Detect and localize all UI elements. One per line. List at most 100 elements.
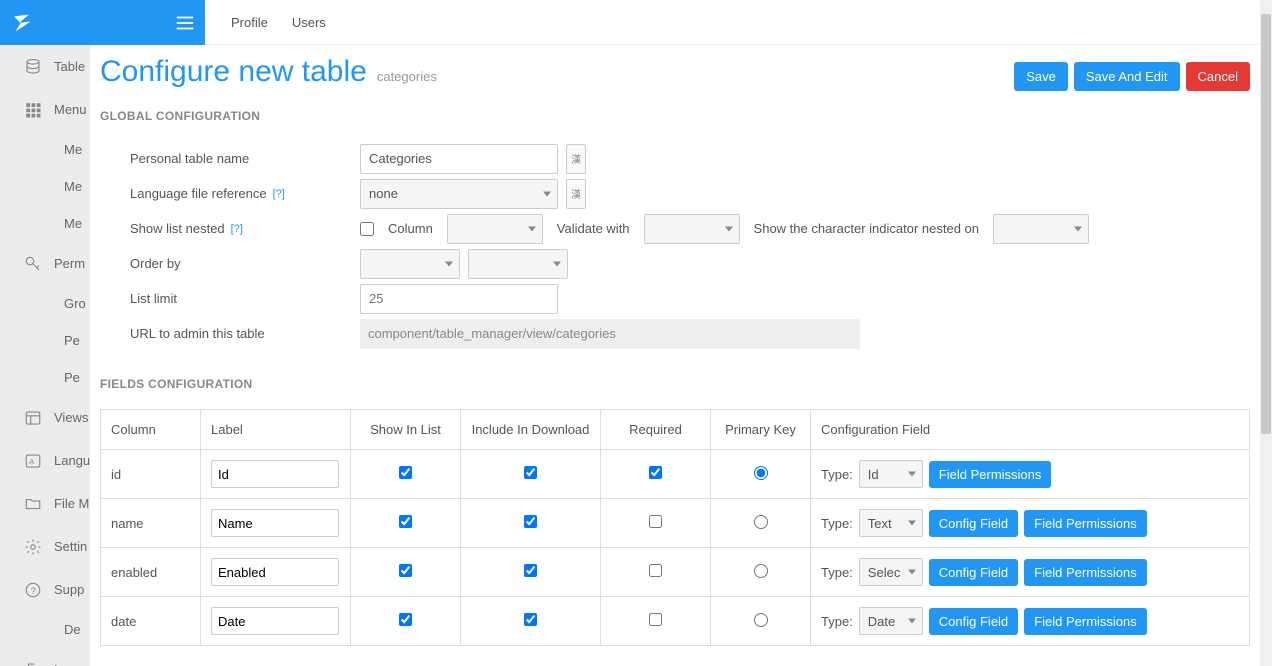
key-icon	[24, 255, 42, 273]
field-pk-radio[interactable]	[754, 564, 768, 578]
fields-config-heading: FIELDS CONFIGURATION	[100, 377, 1250, 391]
sidebar-item-support[interactable]: ? Supp	[0, 568, 90, 611]
sidebar-item-views[interactable]: Views	[0, 396, 90, 439]
field-type-select[interactable]: Select	[859, 558, 923, 586]
config-field-button[interactable]: Config Field	[929, 559, 1018, 586]
field-pk-radio[interactable]	[754, 466, 768, 480]
sidebar-item-permissions[interactable]: Perm	[0, 242, 90, 285]
th-download: Include In Download	[461, 410, 601, 450]
th-show: Show In List	[351, 410, 461, 450]
field-column: date	[101, 597, 201, 646]
personal-table-name-input[interactable]	[360, 144, 558, 174]
cancel-button[interactable]: Cancel	[1186, 62, 1250, 91]
sidebar-sub-item[interactable]: Me	[0, 131, 90, 168]
field-required-checkbox[interactable]	[649, 564, 662, 577]
field-download-checkbox[interactable]	[524, 613, 537, 626]
config-field-button[interactable]: Config Field	[929, 608, 1018, 635]
hamburger-icon	[174, 12, 196, 34]
column-select[interactable]	[447, 214, 543, 244]
th-label: Label	[201, 410, 351, 450]
folder-icon	[24, 495, 42, 513]
app-logo[interactable]	[0, 0, 165, 45]
sidebar-sub-item[interactable]: Me	[0, 168, 90, 205]
field-permissions-button[interactable]: Field Permissions	[929, 461, 1052, 488]
help-icon[interactable]: [?]	[231, 223, 243, 235]
svg-text:A: A	[29, 457, 34, 466]
save-button[interactable]: Save	[1014, 62, 1068, 91]
type-label: Type:	[821, 614, 853, 629]
field-required-checkbox[interactable]	[649, 515, 662, 528]
field-permissions-button[interactable]: Field Permissions	[1024, 510, 1147, 537]
field-show-checkbox[interactable]	[399, 515, 412, 528]
save-and-edit-button[interactable]: Save And Edit	[1074, 62, 1180, 91]
sidebar-sub-item[interactable]: De	[0, 611, 90, 648]
field-permissions-button[interactable]: Field Permissions	[1024, 559, 1147, 586]
field-download-checkbox[interactable]	[524, 515, 537, 528]
field-type-select[interactable]: Id	[859, 460, 923, 488]
field-show-checkbox[interactable]	[399, 613, 412, 626]
sidebar-sub-item[interactable]: Me	[0, 205, 90, 242]
fields-table: Column Label Show In List Include In Dow…	[100, 409, 1250, 646]
field-download-checkbox[interactable]	[524, 564, 537, 577]
sidebar-sub-item[interactable]: Gro	[0, 285, 90, 322]
field-label-input[interactable]	[211, 558, 339, 586]
sidebar-item-language[interactable]: A Langu	[0, 439, 90, 482]
th-pk: Primary Key	[711, 410, 811, 450]
scrollbar-thumb[interactable]	[1261, 14, 1271, 434]
field-label-input[interactable]	[211, 607, 339, 635]
sidebar-sub-item[interactable]: Pe	[0, 322, 90, 359]
url-readonly	[360, 319, 860, 349]
show-char-select[interactable]	[993, 214, 1089, 244]
menu-toggle-button[interactable]	[165, 0, 205, 45]
order-by-dir-select[interactable]	[468, 249, 568, 279]
table-row: enabledType:SelectConfig FieldField Perm…	[101, 548, 1250, 597]
sidebar-item-settings[interactable]: Settin	[0, 525, 90, 568]
scrollbar[interactable]	[1260, 0, 1272, 666]
translate-button[interactable]: 漢	[566, 179, 586, 209]
type-label: Type:	[821, 516, 853, 531]
field-pk-radio[interactable]	[754, 613, 768, 627]
sidebar-item-logout[interactable]: Logou	[0, 648, 90, 666]
validate-with-select[interactable]	[644, 214, 740, 244]
field-type-select[interactable]: Date	[859, 607, 923, 635]
field-type-select[interactable]: Text	[859, 509, 923, 537]
field-show-checkbox[interactable]	[399, 466, 412, 479]
sidebar-label: Langu	[54, 453, 90, 468]
help-icon: ?	[24, 581, 42, 599]
field-download-checkbox[interactable]	[524, 466, 537, 479]
config-field-button[interactable]: Config Field	[929, 510, 1018, 537]
field-permissions-button[interactable]: Field Permissions	[1024, 608, 1147, 635]
field-required-checkbox[interactable]	[649, 466, 662, 479]
gear-icon	[24, 538, 42, 556]
type-label: Type:	[821, 565, 853, 580]
field-column: id	[101, 450, 201, 499]
field-required-checkbox[interactable]	[649, 613, 662, 626]
show-char-label: Show the character indicator nested on	[754, 221, 979, 236]
show-nested-checkbox[interactable]	[360, 222, 374, 236]
lang-ref-select[interactable]: none	[360, 179, 558, 209]
field-pk-radio[interactable]	[754, 515, 768, 529]
sidebar-label: Perm	[54, 256, 85, 271]
sidebar-item-file-manager[interactable]: File M	[0, 482, 90, 525]
database-icon	[24, 58, 42, 76]
sidebar-label: Logou	[54, 662, 90, 666]
sidebar-label: Settin	[54, 539, 87, 554]
nav-profile[interactable]: Profile	[219, 15, 280, 30]
logo-icon	[14, 14, 34, 32]
nav-users[interactable]: Users	[280, 15, 338, 30]
field-show-checkbox[interactable]	[399, 564, 412, 577]
list-limit-label: List limit	[130, 291, 360, 306]
order-by-field-select[interactable]	[360, 249, 460, 279]
sidebar-item-menu[interactable]: Menu	[0, 88, 90, 131]
field-label-input[interactable]	[211, 460, 339, 488]
sidebar-item-table[interactable]: Table	[0, 45, 90, 88]
sidebar-sub-item[interactable]: Pe	[0, 359, 90, 396]
svg-text:?: ?	[31, 585, 36, 595]
field-label-input[interactable]	[211, 509, 339, 537]
translate-button[interactable]: 漢	[566, 144, 586, 174]
global-config-heading: GLOBAL CONFIGURATION	[100, 109, 1250, 123]
page-subtitle: categories	[377, 69, 437, 84]
help-icon[interactable]: [?]	[273, 188, 285, 200]
list-limit-input[interactable]	[360, 284, 558, 314]
type-label: Type:	[821, 467, 853, 482]
